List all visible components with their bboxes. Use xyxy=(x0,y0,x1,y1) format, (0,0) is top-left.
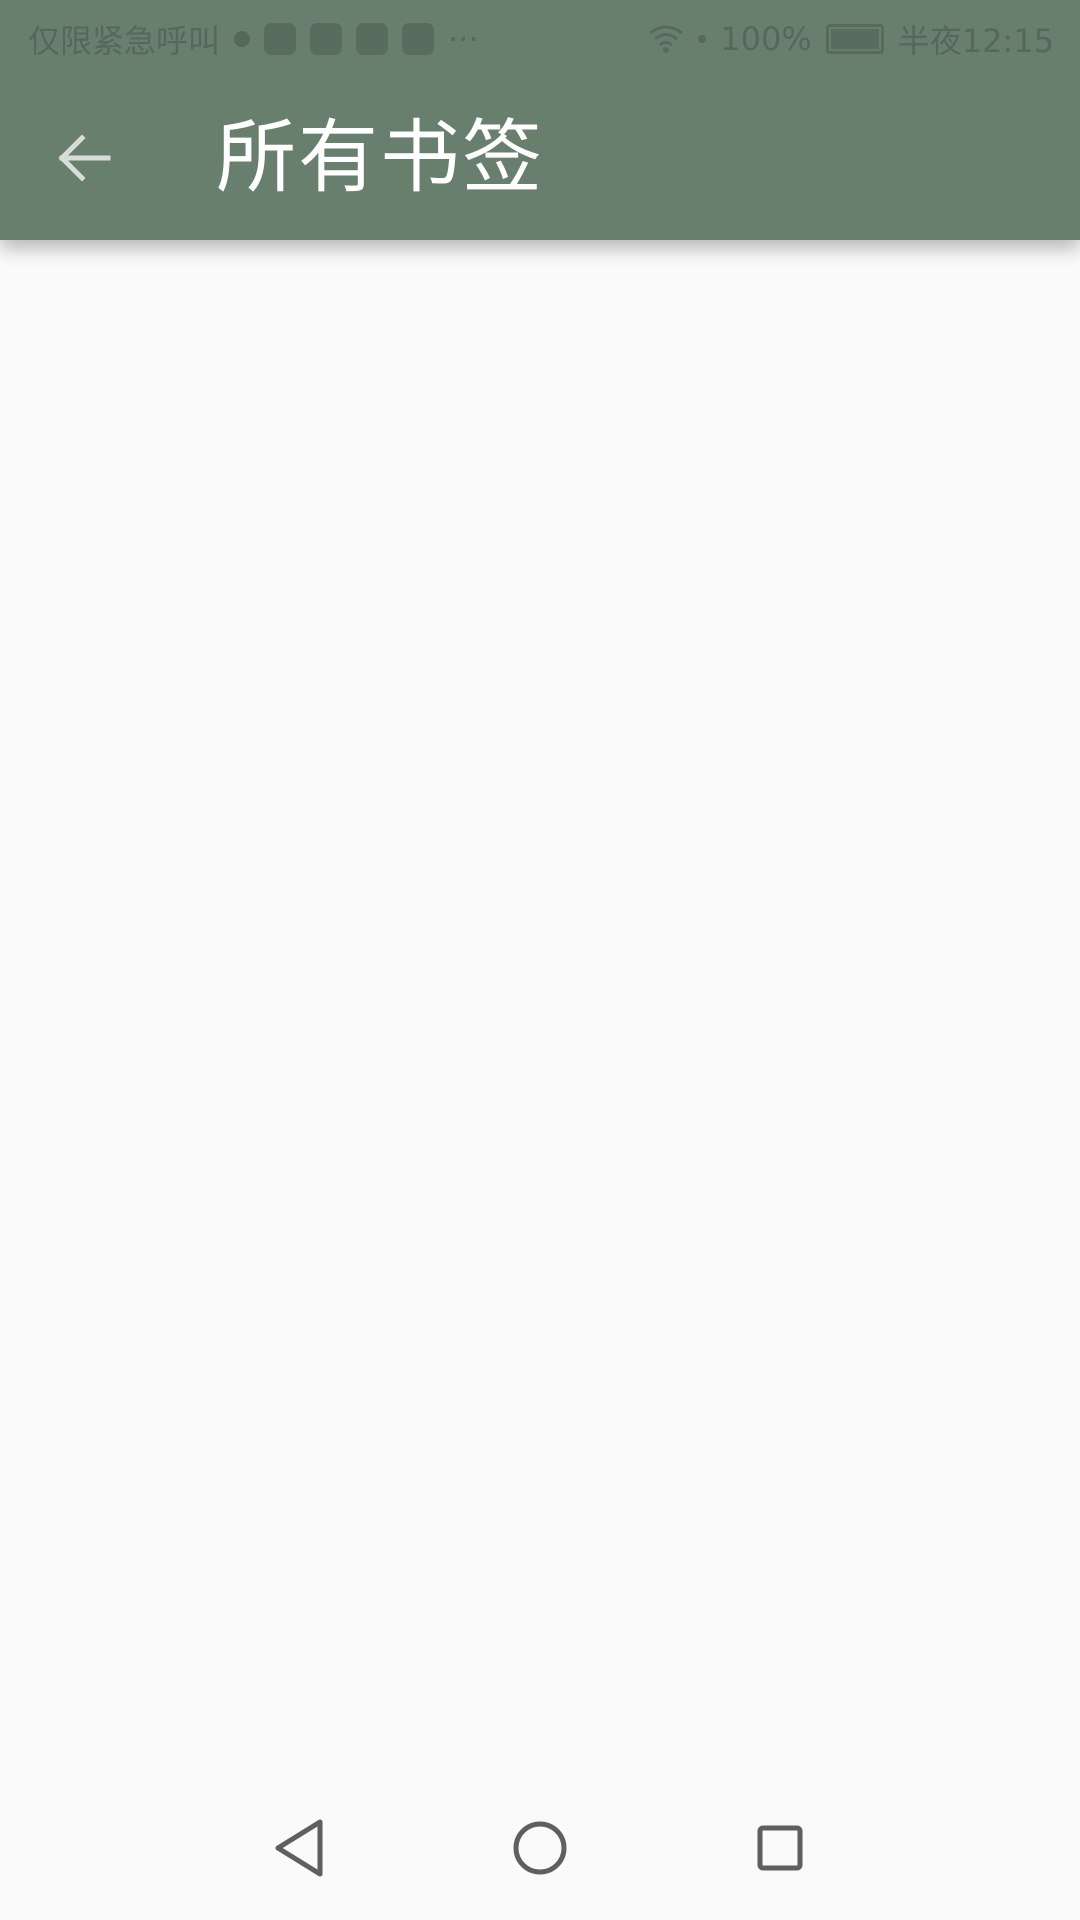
nav-back-button[interactable] xyxy=(260,1808,340,1888)
bookmark-list xyxy=(0,240,1080,1780)
status-bar: 仅限紧急呼叫 ··· 100% 半夜12:15 xyxy=(0,0,1080,76)
clock: 半夜12:15 xyxy=(897,22,1054,60)
battery-percent: 100% xyxy=(720,20,812,58)
nav-recents-button[interactable] xyxy=(740,1808,820,1888)
app-notification-icon xyxy=(264,23,297,55)
arrow-back-icon xyxy=(58,134,111,182)
app-bar: 仅限紧急呼叫 ··· 100% 半夜12:15 所有书签 xyxy=(0,0,1080,240)
notification-dot-icon xyxy=(234,31,251,47)
nav-back-icon xyxy=(275,1819,323,1877)
nav-recents-icon xyxy=(757,1825,803,1871)
back-button[interactable] xyxy=(44,118,124,198)
page-title: 所有书签 xyxy=(216,111,544,204)
chat-notification-icon xyxy=(310,23,343,55)
status-right: 100% 半夜12:15 xyxy=(648,16,1054,62)
battery-icon xyxy=(825,24,884,54)
nav-home-button[interactable] xyxy=(500,1808,580,1888)
status-left: 仅限紧急呼叫 ··· xyxy=(28,16,479,62)
system-navigation-bar xyxy=(0,1780,1080,1920)
wifi-icon xyxy=(649,25,684,53)
nav-home-icon xyxy=(513,1821,567,1875)
carrier-status-text: 仅限紧急呼叫 xyxy=(28,22,221,60)
signal-icon xyxy=(698,35,707,43)
image-notification-icon xyxy=(356,23,389,55)
card-notification-icon xyxy=(402,23,435,55)
more-notifications-icon: ··· xyxy=(448,20,479,58)
